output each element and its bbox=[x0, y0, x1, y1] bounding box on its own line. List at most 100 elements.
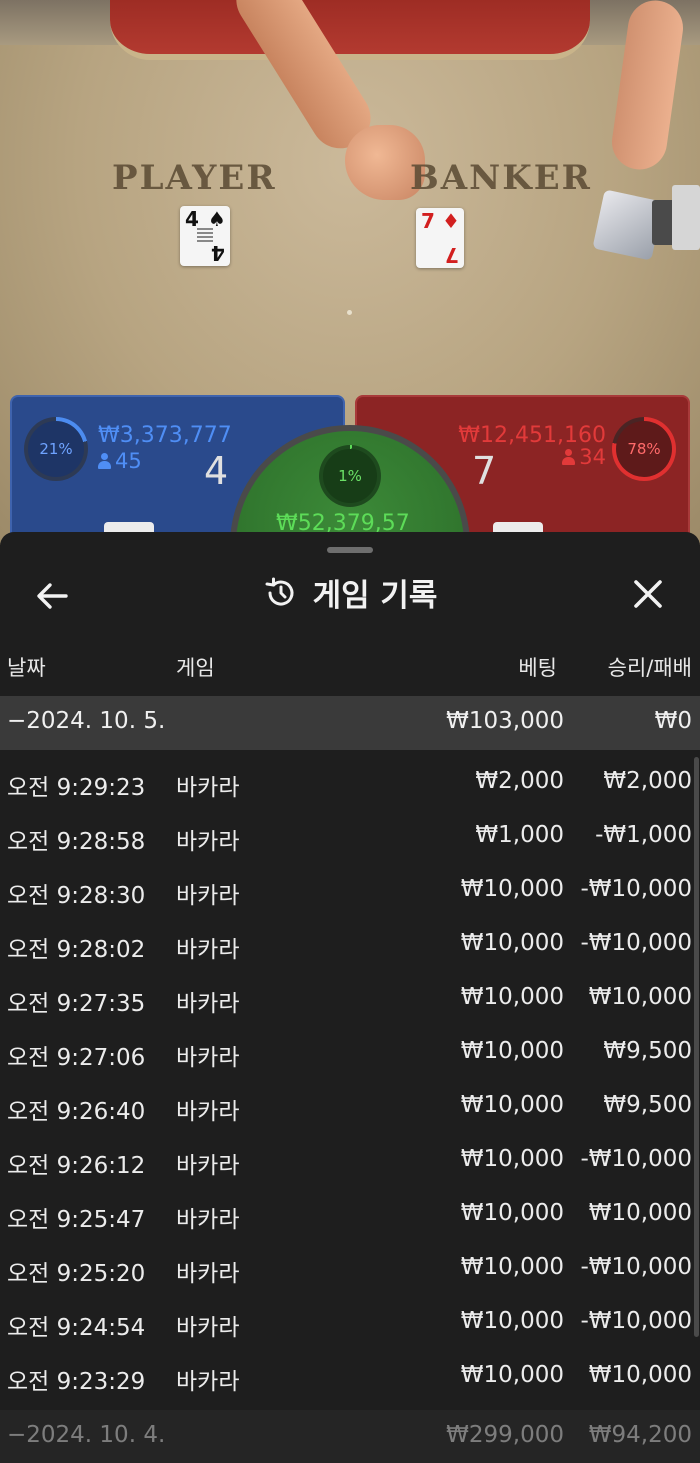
row-game: 바카라 bbox=[176, 937, 240, 963]
row-bet: ₩10,000 bbox=[460, 1038, 564, 1064]
spade-icon: ♠ bbox=[208, 207, 226, 231]
row-bet: ₩2,000 bbox=[475, 768, 564, 794]
card-pattern bbox=[197, 228, 213, 242]
row-time: 오전 9:26:12 bbox=[7, 1153, 146, 1179]
row-time: 오전 9:25:47 bbox=[7, 1207, 146, 1233]
live-video-feed: PLAYER BANKER 4 ♠ 4 7 ♦ 7 21% ₩3,373,777… bbox=[0, 0, 700, 545]
player-card: 4 ♠ 4 bbox=[180, 206, 230, 266]
history-row[interactable]: 오전 9:26:12 바카라 ₩10,000 -₩10,000 bbox=[0, 1134, 700, 1188]
row-time: 오전 9:25:20 bbox=[7, 1261, 146, 1287]
row-result: -₩1,000 bbox=[595, 822, 692, 848]
diamond-icon: ♦ bbox=[442, 209, 460, 233]
banker-percent: 78% bbox=[627, 440, 661, 458]
row-game: 바카라 bbox=[176, 1369, 240, 1395]
row-game: 바카라 bbox=[176, 1315, 240, 1341]
table-edge bbox=[0, 0, 120, 45]
banker-percent-ring: 78% bbox=[612, 417, 676, 481]
history-row[interactable]: 오전 9:25:20 바카라 ₩10,000 -₩10,000 bbox=[0, 1242, 700, 1296]
row-bet: ₩10,000 bbox=[460, 1146, 564, 1172]
row-time: 오전 9:29:23 bbox=[7, 775, 146, 801]
group-date: −2024. 10. 4. bbox=[7, 1422, 166, 1448]
row-result: -₩10,000 bbox=[580, 1308, 692, 1334]
player-total-bet: ₩3,373,777 bbox=[98, 423, 232, 448]
card-rank: 7 bbox=[421, 209, 435, 233]
game-history-sheet: 게임 기록 날짜 게임 베팅 승리/패배 −2024. 10. 5. ₩103,… bbox=[0, 532, 700, 1463]
row-result: ₩10,000 bbox=[588, 1362, 692, 1388]
card-rank: 4 bbox=[185, 207, 199, 231]
row-game: 바카라 bbox=[176, 1153, 240, 1179]
table-header: 날짜 게임 베팅 승리/패배 bbox=[0, 652, 700, 686]
column-date: 날짜 bbox=[7, 656, 46, 680]
history-row[interactable]: 오전 9:25:47 바카라 ₩10,000 ₩10,000 bbox=[0, 1188, 700, 1242]
column-bet: 베팅 bbox=[518, 656, 557, 680]
history-row[interactable]: 오전 9:28:02 바카라 ₩10,000 -₩10,000 bbox=[0, 918, 700, 972]
history-row[interactable]: 오전 9:24:54 바카라 ₩10,000 -₩10,000 bbox=[0, 1296, 700, 1350]
history-row[interactable]: 오전 9:23:29 바카라 ₩10,000 ₩10,000 bbox=[0, 1350, 700, 1404]
row-bet: ₩10,000 bbox=[460, 930, 564, 956]
player-score: 4 bbox=[204, 449, 229, 493]
row-bet: ₩10,000 bbox=[460, 1092, 564, 1118]
row-time: 오전 9:24:54 bbox=[7, 1315, 146, 1341]
banker-card: 7 ♦ 7 bbox=[416, 208, 464, 268]
sheet-drag-handle[interactable] bbox=[327, 547, 373, 553]
row-game: 바카라 bbox=[176, 1207, 240, 1233]
group-total-bet: ₩103,000 bbox=[446, 708, 564, 734]
person-icon bbox=[562, 449, 576, 465]
group-total-result: ₩94,200 bbox=[588, 1422, 692, 1448]
close-icon bbox=[634, 580, 662, 608]
row-game: 바카라 bbox=[176, 883, 240, 909]
column-game: 게임 bbox=[176, 656, 215, 680]
card-rank: 4 bbox=[211, 241, 225, 265]
sheet-header: 게임 기록 bbox=[0, 560, 700, 630]
row-result: ₩9,500 bbox=[603, 1038, 692, 1064]
row-bet: ₩10,000 bbox=[460, 984, 564, 1010]
group-total-bet: ₩299,000 bbox=[446, 1422, 564, 1448]
row-result: ₩10,000 bbox=[588, 1200, 692, 1226]
row-time: 오전 9:26:40 bbox=[7, 1099, 146, 1125]
player-percent: 21% bbox=[39, 440, 73, 458]
date-group-header[interactable]: −2024. 10. 5. ₩103,000 ₩0 bbox=[0, 696, 700, 750]
row-game: 바카라 bbox=[176, 1045, 240, 1071]
close-button[interactable] bbox=[624, 574, 672, 618]
row-result: -₩10,000 bbox=[580, 1146, 692, 1172]
row-game: 바카라 bbox=[176, 829, 240, 855]
history-row[interactable]: 오전 9:27:06 바카라 ₩10,000 ₩9,500 bbox=[0, 1026, 700, 1080]
row-time: 오전 9:27:35 bbox=[7, 991, 146, 1017]
row-result: ₩2,000 bbox=[603, 768, 692, 794]
row-bet: ₩10,000 bbox=[460, 1308, 564, 1334]
row-game: 바카라 bbox=[176, 991, 240, 1017]
date-group-header[interactable]: −2024. 10. 4. ₩299,000 ₩94,200 bbox=[0, 1410, 700, 1463]
sheet-title-wrap: 게임 기록 bbox=[0, 570, 700, 615]
person-icon bbox=[98, 453, 111, 469]
scrollbar[interactable] bbox=[694, 757, 699, 1337]
row-game: 바카라 bbox=[176, 1099, 240, 1125]
row-game: 바카라 bbox=[176, 1261, 240, 1287]
row-bet: ₩1,000 bbox=[475, 822, 564, 848]
banker-table-label: BANKER bbox=[410, 158, 592, 198]
sheet-title: 게임 기록 bbox=[312, 578, 438, 614]
card-rank: 7 bbox=[445, 243, 459, 267]
history-row[interactable]: 오전 9:28:30 바카라 ₩10,000 -₩10,000 bbox=[0, 864, 700, 918]
dealer-body bbox=[110, 0, 590, 60]
history-row[interactable]: 오전 9:28:58 바카라 ₩1,000 -₩1,000 bbox=[0, 810, 700, 864]
row-result: ₩9,500 bbox=[603, 1092, 692, 1118]
tie-percent: 1% bbox=[338, 467, 362, 485]
player-percent-ring: 21% bbox=[24, 417, 88, 481]
row-game: 바카라 bbox=[176, 775, 240, 801]
history-row[interactable]: 오전 9:26:40 바카라 ₩10,000 ₩9,500 bbox=[0, 1080, 700, 1134]
row-bet: ₩10,000 bbox=[460, 1200, 564, 1226]
player-count-value: 45 bbox=[115, 449, 142, 473]
row-time: 오전 9:28:58 bbox=[7, 829, 146, 855]
group-date: −2024. 10. 5. bbox=[7, 708, 166, 734]
row-time: 오전 9:28:02 bbox=[7, 937, 146, 963]
history-row[interactable]: 오전 9:29:23 바카라 ₩2,000 ₩2,000 bbox=[0, 756, 700, 810]
row-result: -₩10,000 bbox=[580, 876, 692, 902]
row-time: 오전 9:28:30 bbox=[7, 883, 146, 909]
row-bet: ₩10,000 bbox=[460, 1254, 564, 1280]
player-table-label: PLAYER bbox=[112, 158, 277, 198]
row-time: 오전 9:27:06 bbox=[7, 1045, 146, 1071]
history-row[interactable]: 오전 9:27:35 바카라 ₩10,000 ₩10,000 bbox=[0, 972, 700, 1026]
banker-count-value: 34 bbox=[579, 445, 606, 469]
row-bet: ₩10,000 bbox=[460, 1362, 564, 1388]
history-clock-icon bbox=[265, 577, 294, 606]
